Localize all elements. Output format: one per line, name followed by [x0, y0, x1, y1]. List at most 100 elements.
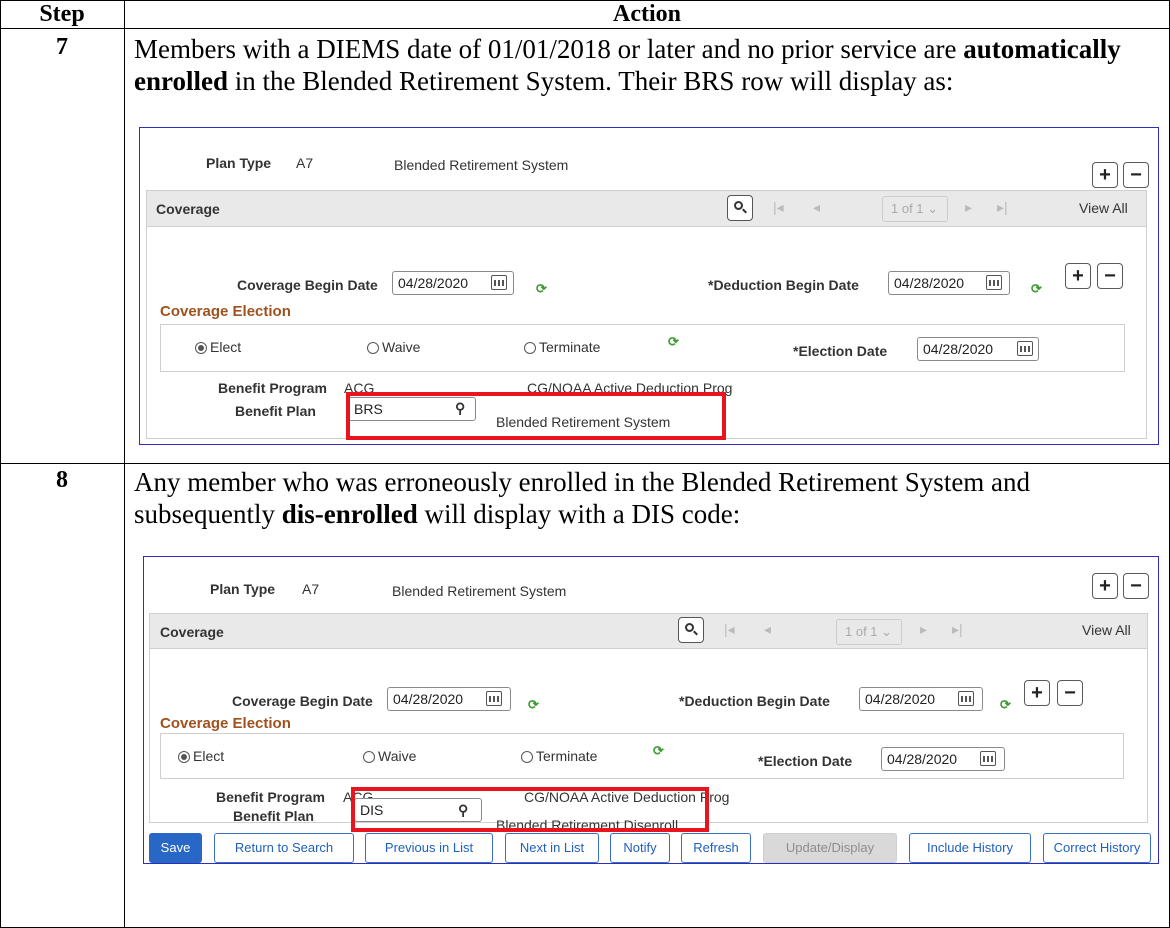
chevron-down-icon: ⌄	[881, 624, 893, 639]
first-page-icon[interactable]: |◂	[773, 199, 784, 216]
next-icon[interactable]: ▸	[920, 621, 927, 638]
chevron-down-icon: ⌄	[927, 201, 939, 216]
table-border-left	[0, 0, 1, 928]
minus-icon[interactable]: −	[1123, 573, 1149, 599]
benefit-plan-label: Benefit Plan	[235, 403, 316, 419]
elect-radio[interactable]	[178, 751, 190, 763]
terminate-radio[interactable]	[521, 751, 533, 763]
benefit-plan-label: Benefit Plan	[233, 808, 314, 824]
refresh-icon[interactable]: ⟳	[1000, 697, 1011, 713]
search-icon[interactable]	[727, 195, 753, 221]
coverage-title: Coverage	[156, 201, 220, 217]
terminate-radio[interactable]	[524, 342, 536, 354]
step-text-end: in the Blended Retirement System. Their …	[228, 66, 954, 96]
plan-type-code: A7	[296, 155, 314, 171]
plan-type-desc: Blended Retirement System	[394, 157, 569, 173]
calendar-icon[interactable]	[980, 751, 996, 766]
refresh-icon[interactable]: ⟳	[1031, 281, 1042, 297]
waive-label: Waive	[378, 748, 417, 764]
notify-button[interactable]: Notify	[610, 833, 670, 863]
coverage-election-title: Coverage Election	[160, 715, 291, 732]
waive-radio[interactable]	[363, 751, 375, 763]
election-date-value: 04/28/2020	[923, 341, 994, 357]
correct-history-button[interactable]: Correct History	[1043, 833, 1151, 863]
coverage-header: Coverage |◂ ◂ 1 of 1 ⌄ ▸ ▸| View All	[149, 613, 1148, 649]
coverage-begin-label: Coverage Begin Date	[232, 693, 373, 709]
page-select[interactable]: 1 of 1 ⌄	[882, 196, 948, 222]
view-all-link[interactable]: View All	[1082, 622, 1131, 638]
header-action: Action	[613, 1, 681, 27]
elect-radio[interactable]	[195, 342, 207, 354]
coverage-begin-value: 04/28/2020	[398, 275, 469, 291]
benefit-program-label: Benefit Program	[218, 380, 327, 396]
save-button[interactable]: Save	[149, 833, 202, 863]
procedure-table: Step Action 7 Members with a DIEMS date …	[0, 0, 1170, 928]
step-text-end: will display with a DIS code:	[417, 499, 741, 529]
refresh-icon[interactable]: ⟳	[536, 281, 547, 297]
minus-icon[interactable]: −	[1097, 263, 1123, 289]
elect-label: Elect	[193, 748, 225, 764]
coverage-header: Coverage |◂ ◂ 1 of 1 ⌄ ▸ ▸| View All	[146, 190, 1147, 227]
step-text-emphasis: dis-enrolled	[281, 499, 418, 529]
previous-icon[interactable]: ◂	[813, 199, 820, 216]
search-icon[interactable]	[678, 617, 704, 643]
plus-icon[interactable]: +	[1092, 573, 1118, 599]
last-page-icon[interactable]: ▸|	[997, 199, 1008, 216]
waive-radio[interactable]	[367, 342, 379, 354]
return-to-search-button[interactable]: Return to Search	[214, 833, 354, 863]
next-icon[interactable]: ▸	[965, 199, 972, 216]
election-date-label: *Election Date	[793, 343, 888, 359]
plan-type-desc: Blended Retirement System	[392, 583, 567, 599]
previous-icon[interactable]: ◂	[764, 621, 771, 638]
refresh-icon[interactable]: ⟳	[528, 697, 539, 713]
benefit-screen: Plan Type A7 Blended Retirement System +…	[139, 127, 1159, 445]
minus-icon[interactable]: −	[1057, 680, 1083, 706]
waive-label: Waive	[382, 339, 421, 355]
header-step: Step	[39, 1, 85, 27]
minus-icon[interactable]: −	[1123, 162, 1149, 188]
refresh-icon[interactable]: ⟳	[668, 334, 679, 350]
plus-icon[interactable]: +	[1024, 680, 1050, 706]
calendar-icon[interactable]	[958, 691, 974, 706]
benefit-screen: Plan Type A7 Blended Retirement System +…	[143, 556, 1159, 864]
coverage-title: Coverage	[160, 624, 224, 640]
benefit-program-label: Benefit Program	[216, 789, 325, 805]
terminate-label: Terminate	[536, 748, 598, 764]
coverage-begin-label: Coverage Begin Date	[237, 277, 378, 293]
page-select[interactable]: 1 of 1 ⌄	[836, 619, 902, 645]
last-page-icon[interactable]: ▸|	[952, 621, 963, 638]
deduction-begin-value: 04/28/2020	[894, 275, 965, 291]
highlight-box	[346, 392, 726, 440]
calendar-icon[interactable]	[486, 691, 502, 706]
elect-label: Elect	[210, 339, 242, 355]
calendar-icon[interactable]	[1017, 341, 1033, 356]
table-header-divider	[0, 28, 1170, 29]
coverage-election-title: Coverage Election	[160, 303, 291, 320]
action-toolbar: Save Return to Search Previous in List N…	[149, 833, 1151, 863]
update-display-button: Update/Display	[763, 833, 897, 863]
highlight-box	[351, 787, 709, 832]
calendar-icon[interactable]	[986, 275, 1002, 290]
plan-type-code: A7	[302, 581, 320, 597]
coverage-begin-value: 04/28/2020	[393, 691, 464, 707]
refresh-icon[interactable]: ⟳	[653, 743, 664, 759]
first-page-icon[interactable]: |◂	[724, 621, 735, 638]
pager-text: 1 of 1	[891, 201, 924, 216]
pager-text: 1 of 1	[845, 624, 878, 639]
terminate-label: Terminate	[539, 339, 601, 355]
next-in-list-button[interactable]: Next in List	[505, 833, 599, 863]
refresh-button[interactable]: Refresh	[681, 833, 751, 863]
previous-in-list-button[interactable]: Previous in List	[365, 833, 493, 863]
plus-icon[interactable]: +	[1092, 162, 1118, 188]
deduction-begin-value: 04/28/2020	[865, 691, 936, 707]
step-number: 7	[56, 34, 68, 60]
election-date-label: *Election Date	[758, 753, 853, 769]
plus-icon[interactable]: +	[1065, 263, 1091, 289]
plan-type-label: Plan Type	[210, 581, 276, 597]
view-all-link[interactable]: View All	[1079, 200, 1128, 216]
include-history-button[interactable]: Include History	[909, 833, 1031, 863]
deduction-begin-label: *Deduction Begin Date	[679, 693, 830, 709]
step-text: Members with a DIEMS date of 01/01/2018 …	[134, 33, 1164, 97]
calendar-icon[interactable]	[491, 275, 507, 290]
table-row-divider	[0, 463, 1170, 464]
